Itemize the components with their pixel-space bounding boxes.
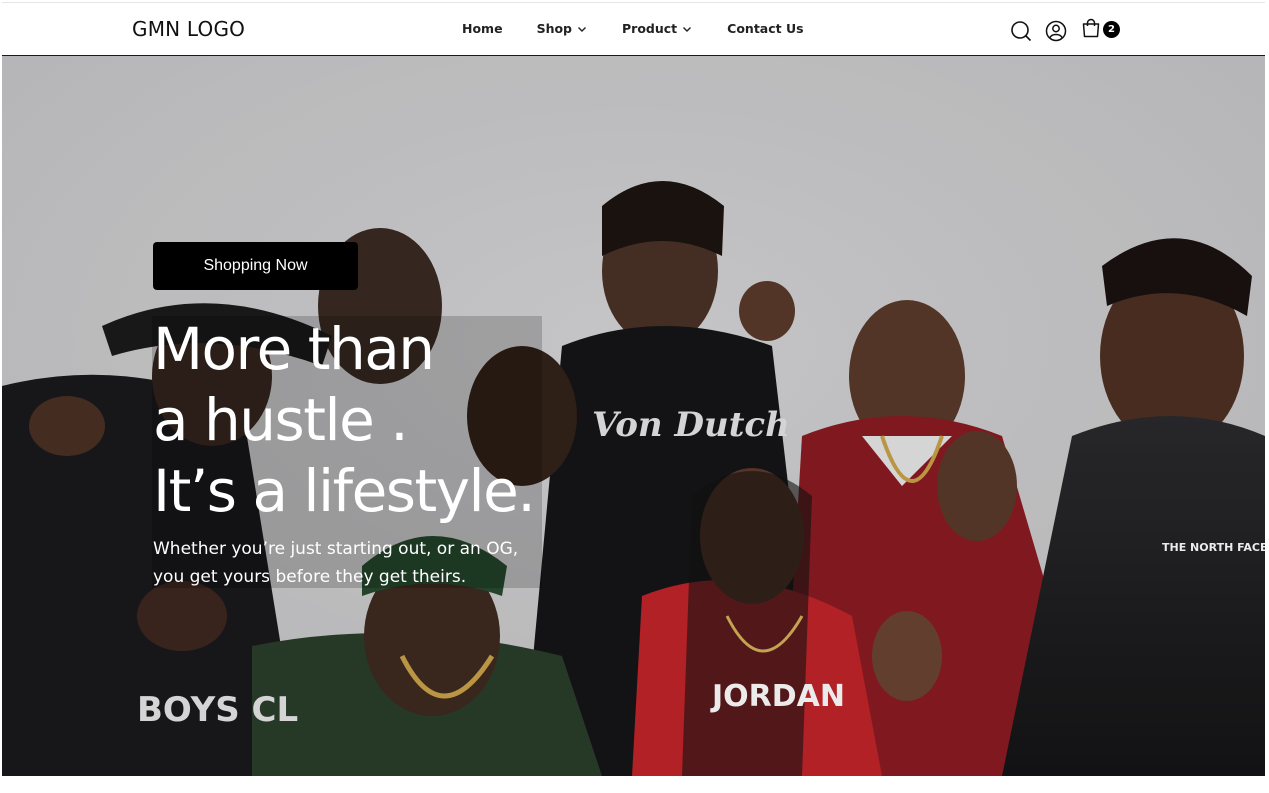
search-icon[interactable] [1010,20,1032,42]
nav-home-label: Home [462,21,503,36]
main-nav: Home Shop Product Contact Us [462,21,838,36]
hero-subtitle: Whether you’re just starting out, or an … [153,535,573,591]
cart-count-badge: 2 [1103,21,1120,38]
account-icon[interactable] [1045,20,1067,42]
site-logo[interactable]: GMN LOGO [132,17,245,41]
subtitle-line-2: you get yours before they get theirs. [153,567,467,587]
hero-headline: More than a hustle . It’s a lifestyle. [153,314,673,527]
nav-contact-label: Contact Us [727,21,804,36]
chevron-down-icon [578,26,586,32]
header-icons: 2 [1010,17,1120,44]
shopping-now-button[interactable]: Shopping Now [153,242,358,290]
nav-product[interactable]: Product [622,21,693,36]
hero-banner: BOYS CL Von Dutch JORDAN THE NORTH FACE … [2,56,1265,776]
headline-line-3: It’s a lifestyle. [153,457,536,525]
nav-shop-label: Shop [536,21,572,36]
chevron-down-icon [683,26,692,32]
nav-home[interactable]: Home [462,21,503,36]
nav-product-label: Product [622,21,678,36]
headline-line-1: More than [153,315,435,383]
subtitle-line-1: Whether you’re just starting out, or an … [153,539,519,559]
site-header: GMN LOGO Home Shop Product Contact Us 2 [2,3,1265,56]
cart-icon [1082,18,1100,38]
nav-contact[interactable]: Contact Us [727,21,803,36]
page-frame: GMN LOGO Home Shop Product Contact Us 2 … [2,2,1265,776]
headline-line-2: a hustle . [153,386,409,454]
nav-shop[interactable]: Shop [537,21,588,36]
cart-button[interactable]: 2 [1080,17,1120,44]
